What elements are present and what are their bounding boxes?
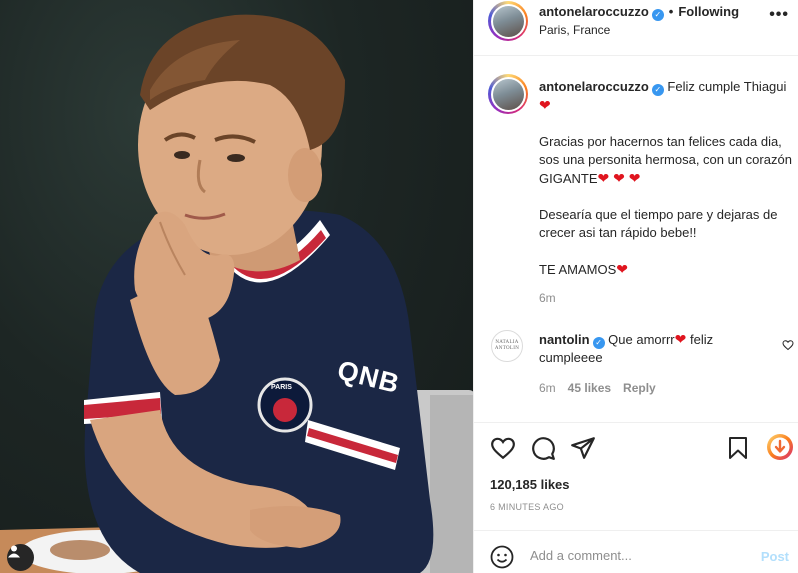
- red-heart-emoji-icon: ❤: [539, 97, 551, 113]
- caption-author-username[interactable]: antonelaroccuzzo: [539, 79, 649, 94]
- share-icon: [571, 437, 595, 459]
- post-caption: antonelaroccuzzo ✓ Feliz cumple Thiagui ❤ …: [539, 78, 797, 279]
- comment-like-button[interactable]: [782, 339, 794, 354]
- download-icon: [767, 434, 793, 460]
- more-options-button[interactable]: •••: [769, 6, 789, 24]
- caption-paragraph-3: Desearía que el tiempo pare y dejaras de…: [539, 207, 778, 240]
- add-comment-bar: Post: [474, 530, 798, 573]
- post-side-panel: antonelaroccuzzo ✓ • Following Paris, Franc…: [473, 0, 798, 573]
- like-button[interactable]: [490, 435, 516, 464]
- user-tag-icon: [8, 545, 20, 558]
- post-photo[interactable]: QNB PARIS: [0, 0, 473, 573]
- bookmark-icon: [729, 437, 747, 459]
- emoji-icon: [490, 545, 514, 569]
- share-button[interactable]: [570, 435, 596, 464]
- author-username[interactable]: antonelaroccuzzo: [539, 4, 649, 19]
- emoji-button[interactable]: [490, 545, 514, 572]
- commenter-avatar[interactable]: NATALIA ANTOLIN: [491, 330, 523, 362]
- comment-button[interactable]: [530, 435, 556, 464]
- likes-count[interactable]: 120,185 likes: [490, 477, 570, 492]
- commenter-username[interactable]: nantolin: [539, 332, 590, 347]
- download-button[interactable]: [766, 433, 794, 464]
- commenter-avatar-logo: NATALIA ANTOLIN: [494, 340, 520, 351]
- jersey-crest-label: PARIS: [271, 384, 292, 391]
- caption-timestamp: 6m: [539, 291, 556, 305]
- caption-paragraph-4: TE AMAMOS: [539, 262, 617, 277]
- post-timestamp[interactable]: 6 MINUTES AGO: [490, 502, 564, 512]
- heart-icon: [491, 437, 515, 460]
- comment-timestamp: 6m: [539, 381, 556, 395]
- comment-reply-button[interactable]: Reply: [623, 381, 656, 395]
- comment-input[interactable]: [530, 548, 750, 563]
- red-heart-emoji-icon: ❤: [674, 331, 687, 347]
- comments-list[interactable]: antonelaroccuzzo ✓ Feliz cumple Thiagui❤ …: [474, 57, 798, 422]
- photo-illustration: [0, 14, 473, 573]
- red-heart-emoji-icon: ❤: [616, 261, 629, 277]
- comment-likes-count[interactable]: 45 likes: [568, 381, 611, 395]
- verified-badge-icon: ✓: [592, 337, 605, 349]
- author-line: antonelaroccuzzo ✓ • Following: [539, 4, 739, 21]
- comment-meta: 6m 45 likes Reply: [539, 381, 668, 395]
- caption-author-avatar[interactable]: [488, 74, 528, 114]
- following-button[interactable]: Following: [678, 4, 739, 19]
- verified-badge-icon: ✓: [651, 84, 664, 96]
- red-heart-emoji-icon: ❤ ❤ ❤: [597, 170, 641, 186]
- verified-badge-icon: ✓: [651, 9, 664, 21]
- caption-line-1: Feliz cumple Thiagui: [667, 79, 787, 94]
- post-header: antonelaroccuzzo ✓ • Following Paris, Franc…: [474, 0, 798, 56]
- comment-item: nantolin ✓ Que amorrr❤ feliz cumpleeee: [539, 330, 769, 367]
- user-tag-button[interactable]: [7, 544, 34, 571]
- author-avatar[interactable]: [488, 1, 528, 41]
- post-location[interactable]: Paris, France: [539, 23, 610, 37]
- post-comment-button[interactable]: Post: [761, 549, 789, 564]
- comment-text: Que amorrr: [608, 332, 675, 347]
- caption-paragraph-2: Gracias por hacernos tan felices cada di…: [539, 134, 792, 186]
- comment-icon: [532, 437, 555, 460]
- save-button[interactable]: [726, 435, 750, 464]
- heart-icon: [782, 340, 794, 351]
- follow-separator: •: [668, 4, 674, 19]
- post-actions-bar: [474, 422, 798, 474]
